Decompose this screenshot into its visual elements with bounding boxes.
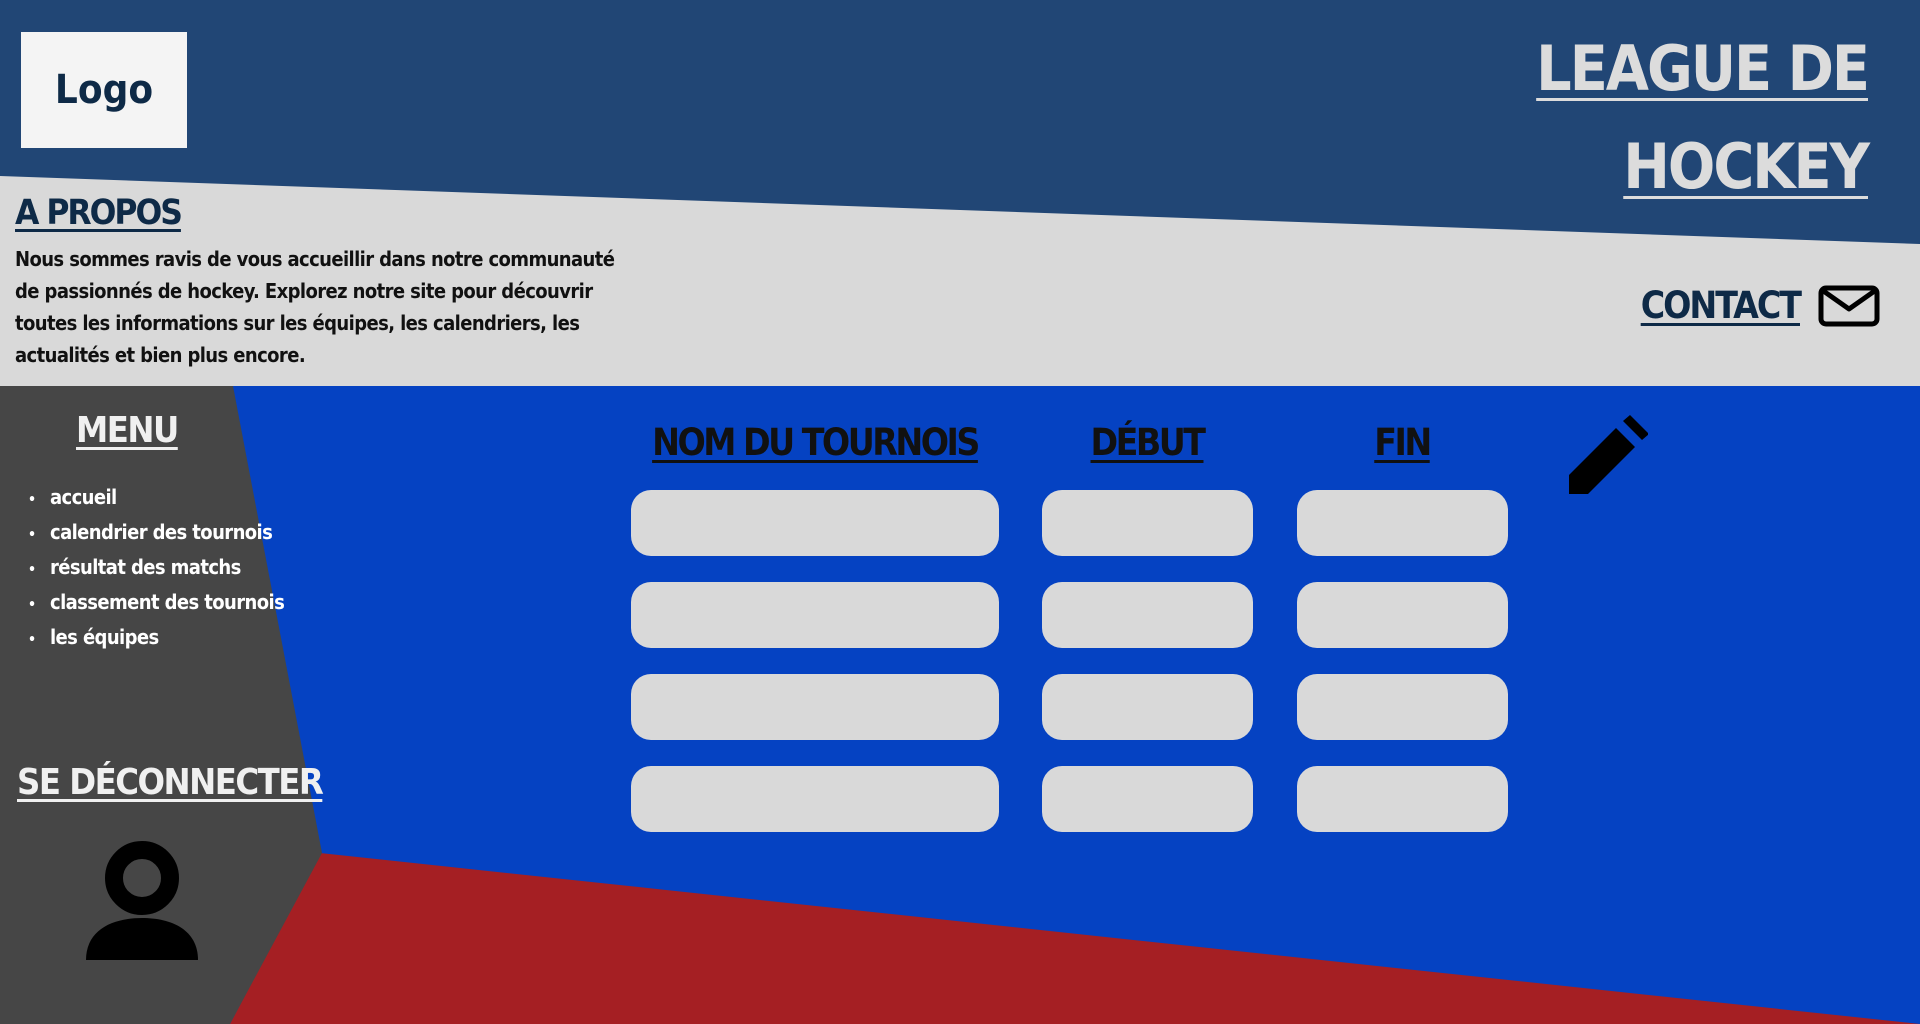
start-date-input-3[interactable] xyxy=(1042,674,1253,740)
end-date-input-3[interactable] xyxy=(1297,674,1508,740)
tournament-name-input-1[interactable] xyxy=(631,490,999,556)
menu-list: accueil calendrier des tournois résultat… xyxy=(28,481,285,656)
logout-button[interactable]: SE DÉCONNECTER xyxy=(17,762,324,803)
menu-item-calendrier[interactable]: calendrier des tournois xyxy=(28,516,284,551)
page: Logo LEAGUE DE HOCKEY A PROPOS Nous somm… xyxy=(0,0,1920,1024)
site-title-line-2: HOCKEY xyxy=(1623,130,1870,203)
column-header-name: NOM DU TOURNOIS xyxy=(652,421,980,464)
column-header-end: FIN xyxy=(1374,421,1432,464)
end-date-input-1[interactable] xyxy=(1297,490,1508,556)
tournament-name-input-3[interactable] xyxy=(631,674,999,740)
site-title: LEAGUE DE HOCKEY xyxy=(1368,20,1870,216)
menu-title: MENU xyxy=(76,410,179,451)
start-date-input-2[interactable] xyxy=(1042,582,1253,648)
about-text: Nous sommes ravis de vous accueillir dan… xyxy=(15,247,615,367)
envelope-icon xyxy=(1818,285,1880,326)
end-date-input-4[interactable] xyxy=(1297,766,1508,832)
menu-item-accueil[interactable]: accueil xyxy=(28,481,284,516)
pencil-icon[interactable] xyxy=(1568,415,1648,495)
logo[interactable]: Logo xyxy=(21,32,187,148)
column-header-start: DÉBUT xyxy=(1090,421,1207,464)
user-icon[interactable] xyxy=(82,840,202,962)
contact-link[interactable]: CONTACT xyxy=(1641,284,1880,327)
menu-item-classement[interactable]: classement des tournois xyxy=(28,586,285,621)
about-title: A PROPOS xyxy=(15,193,183,233)
start-date-input-1[interactable] xyxy=(1042,490,1253,556)
menu-item-resultats[interactable]: résultat des matchs xyxy=(28,551,284,586)
tournament-name-input-4[interactable] xyxy=(631,766,999,832)
end-date-input-2[interactable] xyxy=(1297,582,1508,648)
tournament-name-input-2[interactable] xyxy=(631,582,999,648)
contact-label: CONTACT xyxy=(1640,284,1802,327)
start-date-input-4[interactable] xyxy=(1042,766,1253,832)
site-title-line-1: LEAGUE DE xyxy=(1536,32,1870,105)
menu-item-equipes[interactable]: les équipes xyxy=(28,621,284,656)
